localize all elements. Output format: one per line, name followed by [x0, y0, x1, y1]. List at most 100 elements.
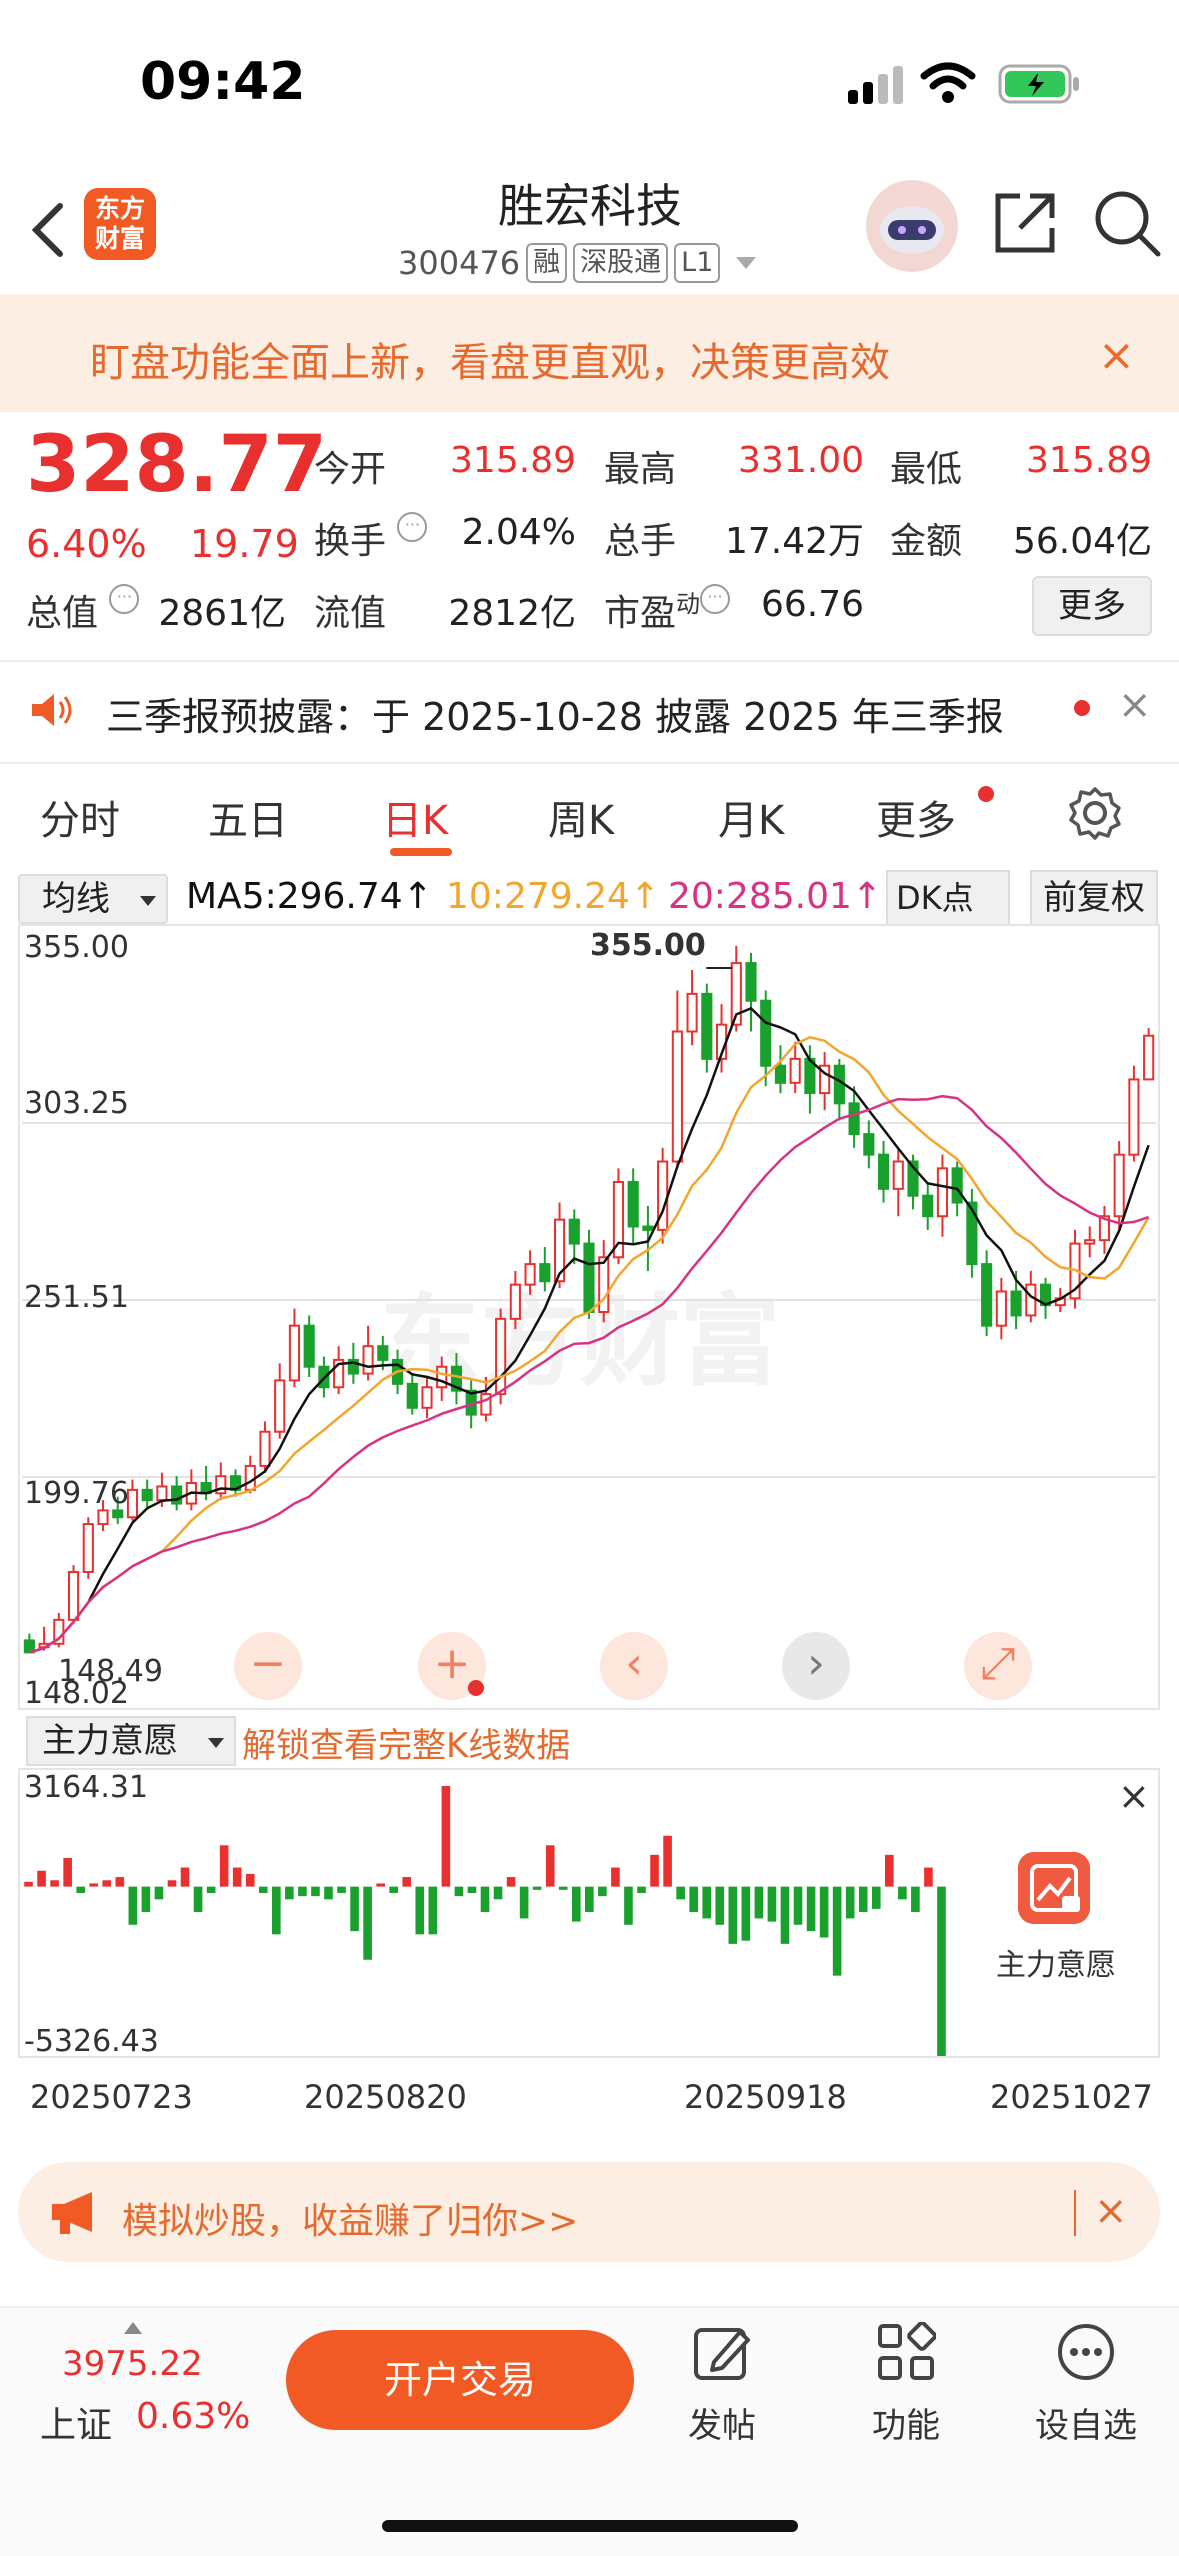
indicator-badge-label: 主力意愿	[996, 1948, 1116, 1983]
nav-add-watchlist[interactable]: 设自选	[1026, 2398, 1146, 2447]
indicator-bar	[376, 1883, 385, 1887]
pe-value: 66.76	[760, 584, 864, 625]
candle-body	[274, 1379, 286, 1433]
indicator-bar	[167, 1880, 177, 1887]
indicator-bar	[337, 1886, 346, 1893]
indicator-bar	[37, 1870, 46, 1887]
mktcap-value: 2861亿	[158, 593, 286, 634]
indicator-bar	[545, 1845, 555, 1887]
notice-text[interactable]: 三季报预披露：于 2025-10-28 披露 2025 年三季报	[106, 686, 1004, 741]
indicator-bar	[245, 1873, 255, 1887]
info-icon[interactable]: ···	[700, 584, 731, 614]
turnover-value: 2.04%	[461, 512, 576, 553]
candle-body	[627, 1181, 639, 1228]
candle-body	[259, 1430, 271, 1467]
nav-post[interactable]: 发帖	[662, 2398, 782, 2447]
index-name[interactable]: 上证	[40, 2396, 112, 2448]
mktcap-label: 总值 ···	[26, 584, 140, 636]
chevron-down-icon[interactable]	[736, 257, 757, 269]
assistant-avatar-icon[interactable]	[866, 180, 958, 272]
tag-shenzhen-connect: 深股通	[573, 243, 669, 283]
tab-intraday[interactable]: 分时	[40, 788, 120, 846]
main-force-icon[interactable]	[1018, 1852, 1090, 1924]
tab-daily-k[interactable]: 日K	[382, 788, 448, 846]
tab-five-day[interactable]: 五日	[208, 788, 288, 846]
indicator-bar	[754, 1886, 764, 1919]
notice-close-icon[interactable]: ×	[1118, 682, 1152, 728]
candle-body	[524, 1263, 536, 1286]
adjust-button[interactable]: 前复权	[1030, 870, 1158, 926]
indicator-bar	[141, 1886, 151, 1913]
ma10-line	[29, 1035, 1150, 1654]
min-price-label: 148.49	[58, 1654, 163, 1689]
open-account-trade-button[interactable]: 开户交易	[286, 2330, 634, 2430]
tab-monthly-k[interactable]: 月K	[718, 788, 784, 846]
info-icon[interactable]: ···	[109, 584, 140, 614]
tag-margin: 融	[526, 243, 568, 283]
candle-body	[377, 1345, 389, 1361]
tab-weekly-k[interactable]: 周K	[548, 788, 614, 846]
indicator-bar	[24, 1881, 33, 1887]
kline-chart[interactable]	[0, 924, 1179, 1710]
y-tick-label: 355.00	[24, 930, 129, 965]
gear-icon[interactable]	[1068, 786, 1122, 840]
indicator-close-icon[interactable]: ×	[1118, 1774, 1150, 1818]
indicator-bar	[441, 1786, 451, 1887]
more-quote-button[interactable]: 更多	[1032, 576, 1152, 636]
candle-body	[1113, 1153, 1125, 1218]
stock-code-row[interactable]: 300476 融 深股通 L1	[398, 240, 757, 286]
index-value[interactable]: 3975.22	[62, 2344, 203, 2384]
promo-close-icon[interactable]: ×	[1094, 2188, 1128, 2234]
indicator-select[interactable]: 均线	[18, 874, 168, 924]
search-icon[interactable]	[1092, 188, 1162, 258]
unlock-link[interactable]: 解锁查看完整K线数据	[242, 1718, 570, 1767]
indicator-bar	[585, 1886, 594, 1913]
high-label: 最高	[604, 449, 677, 490]
candle-body	[642, 1225, 654, 1231]
candle-body	[495, 1317, 507, 1396]
zoom-out-button[interactable]: −	[234, 1632, 302, 1700]
indicator-bar	[898, 1886, 907, 1900]
change-amount: 19.79	[190, 522, 299, 566]
tab-more[interactable]: 更多	[876, 788, 956, 846]
indicator-bar	[180, 1867, 190, 1887]
candle-body	[789, 1057, 801, 1084]
logo-text-line1: 东方	[94, 194, 145, 223]
candle-body	[1143, 1034, 1155, 1081]
index-change[interactable]: 0.63%	[136, 2396, 250, 2437]
post-icon[interactable]	[692, 2322, 752, 2382]
change-percent: 6.40%	[26, 522, 147, 566]
indicator-bar	[193, 1886, 203, 1913]
sub-indicator-select[interactable]: 主力意愿	[26, 1716, 236, 1766]
candle-body	[406, 1382, 418, 1409]
indicator-bar	[741, 1886, 751, 1941]
indicator-bar	[793, 1886, 803, 1925]
candle-body	[583, 1242, 595, 1314]
active-tab-indicator	[390, 848, 452, 856]
back-arrow-icon[interactable]	[28, 200, 68, 260]
share-icon[interactable]	[990, 188, 1060, 258]
banner-text: 盯盘功能全面上新，看盘更直观，决策更高效	[90, 340, 890, 386]
indicator-bar	[637, 1886, 646, 1893]
float-value: 2812亿	[448, 593, 576, 634]
candle-body	[863, 1133, 875, 1156]
logo-text-line2: 财富	[94, 224, 145, 253]
caret-up-icon[interactable]	[124, 2322, 142, 2334]
candle-body	[760, 999, 772, 1067]
banner-close-icon[interactable]: ×	[1098, 330, 1135, 381]
indicator-bar	[154, 1886, 164, 1900]
y-tick-label: 303.25	[24, 1086, 129, 1121]
indicator-bar	[389, 1886, 399, 1893]
max-price-label: 355.00	[590, 928, 706, 963]
more-dots-icon[interactable]	[1056, 2322, 1116, 2382]
candle-body	[303, 1324, 315, 1368]
apps-icon[interactable]	[876, 2322, 936, 2382]
prev-button[interactable]: ‹	[600, 1632, 668, 1700]
nav-functions[interactable]: 功能	[846, 2398, 966, 2447]
dk-point-button[interactable]: DK点	[886, 870, 1010, 926]
expand-button[interactable]: ⤢	[964, 1632, 1032, 1700]
promo-text[interactable]: 模拟炒股，收益赚了归你>>	[122, 2192, 578, 2244]
next-button[interactable]: ›	[782, 1632, 850, 1700]
amount-label: 金额	[890, 521, 963, 562]
wifi-icon	[920, 62, 976, 103]
